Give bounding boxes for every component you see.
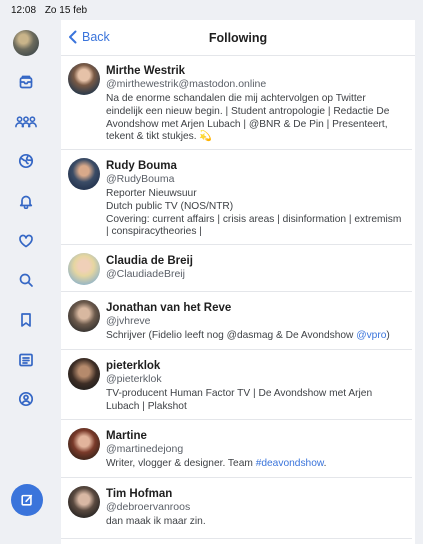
account-bio: dan maak ik maar zin. [106,516,206,527]
account-bio: Writer, vlogger & designer. Team #deavon… [106,458,408,471]
page-title: Following [208,31,268,45]
bio-text: Writer, vlogger & designer. Team [106,458,256,469]
list-item[interactable]: Mirthe Westrik @mirthewestrik@mastodon.o… [61,55,412,150]
heart-icon[interactable] [16,231,36,251]
status-date: Zo 15 feb [44,5,88,16]
mention-link[interactable]: @vpro [356,330,386,341]
hashtag-link[interactable]: #deavondshow [256,458,324,469]
avatar [68,158,100,190]
list-item[interactable]: Jonathan van het Reve @jvhreve Schrijver… [61,292,412,350]
sidebar [0,20,53,544]
avatar [68,300,100,332]
bio-text: Schrijver (Fidelio leeft nog @dasmag & D… [106,330,357,341]
list-item[interactable]: Martine @martinedejong Writer, vlogger &… [61,420,412,478]
account-name: Claudia de Breij [106,255,193,267]
account-handle: @mirthewestrik@mastodon.online [106,78,267,90]
home-icon[interactable] [16,72,36,92]
list-item[interactable]: pieterklok @pieterklok TV-producent Huma… [61,350,412,420]
list-item[interactable]: Claudia de Breij @ClaudiadeBreij [61,245,412,292]
account-name: Rudy Bouma [106,160,177,172]
avatar [68,63,100,95]
list-item[interactable]: Rudy Bouma @RudyBouma Reporter Nieuwsuur… [61,150,412,245]
account-handle: @RudyBouma [106,173,175,185]
bio-text: ) [386,330,390,341]
account-handle: @martinedejong [106,443,184,455]
people-icon[interactable] [14,112,38,132]
search-icon[interactable] [16,270,36,290]
compose-icon [21,494,33,506]
current-user-avatar[interactable] [13,30,39,56]
avatar [68,253,100,285]
list-item[interactable]: Tim Hofman @debroervanroos dan maak ik m… [61,478,412,539]
account-bio: Na de enorme schandalen die mij achtervo… [106,93,390,143]
bio-text: . [323,458,327,469]
bell-icon[interactable] [16,191,36,211]
bookmark-icon[interactable] [16,310,36,330]
avatar [68,428,100,460]
account-bio: Schrijver (Fidelio leeft nog @dasmag & D… [106,330,408,343]
account-bio: Reporter Nieuwsuur Dutch public TV (NOS/… [106,188,402,238]
compose-button[interactable] [11,484,43,516]
status-time: 12:08 [11,5,37,16]
avatar [68,358,100,390]
list-icon[interactable] [16,350,36,370]
account-handle: @pieterklok [106,373,162,385]
status-bar: 12:08 Zo 15 feb [11,5,93,16]
following-panel: Back Following Mirthe Westrik @mirthewes… [61,20,415,544]
globe-icon[interactable] [16,151,36,171]
account-handle: @debroervanroos [106,501,191,513]
profile-icon[interactable] [16,389,36,409]
account-name: Mirthe Westrik [106,65,186,77]
avatar [68,486,100,518]
nav-header: Back Following [61,20,415,56]
account-name: Jonathan van het Reve [106,302,232,314]
account-handle: @ClaudiadeBreij [106,268,185,280]
account-handle: @jvhreve [106,315,151,327]
account-name: Martine [106,430,147,442]
account-bio: TV-producent Human Factor TV | De Avonds… [106,388,373,412]
account-name: Tim Hofman [106,488,173,500]
account-name: pieterklok [106,360,161,372]
